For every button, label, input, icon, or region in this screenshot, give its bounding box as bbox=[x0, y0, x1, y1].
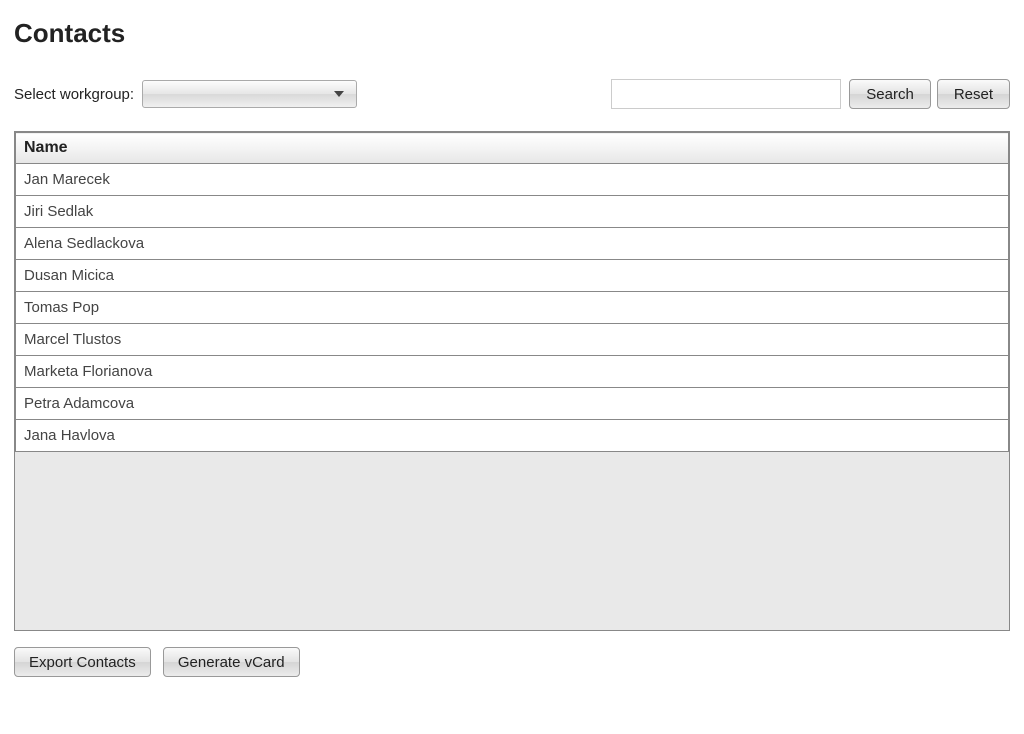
contact-name-cell: Tomas Pop bbox=[16, 292, 1009, 324]
table-row[interactable]: Jiri Sedlak bbox=[16, 196, 1009, 228]
search-button[interactable]: Search bbox=[849, 79, 931, 109]
table-row[interactable]: Petra Adamcova bbox=[16, 388, 1009, 420]
search-input[interactable] bbox=[611, 79, 841, 109]
workgroup-label: Select workgroup: bbox=[14, 86, 134, 103]
workgroup-select[interactable] bbox=[142, 80, 357, 108]
contact-name-cell: Marcel Tlustos bbox=[16, 324, 1009, 356]
contact-name-cell: Alena Sedlackova bbox=[16, 228, 1009, 260]
chevron-down-icon bbox=[334, 91, 344, 97]
controls-row: Select workgroup: Search Reset bbox=[14, 79, 1010, 109]
table-row[interactable]: Dusan Micica bbox=[16, 260, 1009, 292]
generate-vcard-button[interactable]: Generate vCard bbox=[163, 647, 300, 677]
column-header-name[interactable]: Name bbox=[16, 133, 1009, 164]
table-row[interactable]: Alena Sedlackova bbox=[16, 228, 1009, 260]
contact-name-cell: Marketa Florianova bbox=[16, 356, 1009, 388]
table-row[interactable]: Tomas Pop bbox=[16, 292, 1009, 324]
reset-button[interactable]: Reset bbox=[937, 79, 1010, 109]
export-contacts-button[interactable]: Export Contacts bbox=[14, 647, 151, 677]
contact-name-cell: Jana Havlova bbox=[16, 420, 1009, 452]
table-row[interactable]: Jana Havlova bbox=[16, 420, 1009, 452]
contact-name-cell: Petra Adamcova bbox=[16, 388, 1009, 420]
contacts-table-container: Name Jan MarecekJiri SedlakAlena Sedlack… bbox=[14, 131, 1010, 631]
table-row[interactable]: Jan Marecek bbox=[16, 164, 1009, 196]
bottom-buttons: Export Contacts Generate vCard bbox=[14, 647, 1010, 677]
contact-name-cell: Jiri Sedlak bbox=[16, 196, 1009, 228]
table-row[interactable]: Marcel Tlustos bbox=[16, 324, 1009, 356]
table-row[interactable]: Marketa Florianova bbox=[16, 356, 1009, 388]
page-title: Contacts bbox=[14, 18, 1010, 49]
contacts-table: Name Jan MarecekJiri SedlakAlena Sedlack… bbox=[15, 132, 1009, 452]
contact-name-cell: Jan Marecek bbox=[16, 164, 1009, 196]
contact-name-cell: Dusan Micica bbox=[16, 260, 1009, 292]
